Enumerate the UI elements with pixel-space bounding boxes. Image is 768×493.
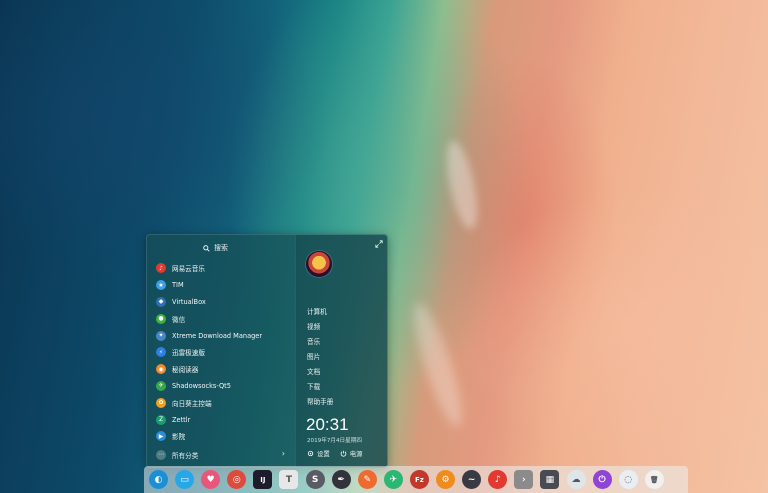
power-button[interactable]: 电源 <box>340 449 363 458</box>
settings-gear-icon[interactable]: ⚙ <box>436 470 456 489</box>
power-label: 电源 <box>349 450 363 458</box>
launcher-icon[interactable]: ◐ <box>149 470 168 489</box>
app-store-icon[interactable]: ♥ <box>201 470 221 489</box>
shadowsocks-icon: ✈ <box>156 380 166 391</box>
directory-link[interactable]: 音乐 <box>307 333 333 348</box>
app-list-item[interactable]: ◆ VirtualBox <box>147 294 295 311</box>
directory-link[interactable]: 下载 <box>307 378 333 393</box>
search-icon <box>203 244 210 252</box>
trash-icon[interactable]: 🗑 <box>644 470 664 489</box>
app-launcher: 搜索 ♪ 网易云音乐 ★ TIM ◆ VirtualBox ● 微信 ✦ Xtreme Downl… <box>146 234 388 468</box>
app-label: 网易云音乐 <box>172 265 205 274</box>
directory-link[interactable]: 图片 <box>307 348 333 363</box>
postman-icon[interactable]: ✎ <box>357 470 377 489</box>
shadowsocks-dock-icon[interactable]: ✈ <box>383 470 403 489</box>
typora-icon[interactable]: T <box>279 470 299 489</box>
launcher-side-pane: 计算机 视频 音乐 图片 文档 下载 帮助手册 20:31 2019年7月4日星期四 设置 … <box>295 235 387 467</box>
weather-cloud-icon[interactable]: ☁ <box>566 470 586 489</box>
app-list-item[interactable]: ✈ Shadowsocks-Qt5 <box>147 378 295 395</box>
directory-link[interactable]: 帮助手册 <box>307 393 333 408</box>
all-categories-label: 所有分类 <box>172 451 199 460</box>
launcher-actions: 设置 电源 <box>307 449 363 458</box>
scrivener-icon[interactable]: S <box>305 470 325 489</box>
zettlr-icon: Z <box>156 414 166 425</box>
cinema-icon: ▶ <box>156 431 166 442</box>
deepin-terminal-icon[interactable]: ▦ <box>540 470 560 489</box>
app-list-item[interactable]: ▶ 影院 <box>147 428 295 445</box>
app-list-item[interactable]: ✿ 向日葵主控端 <box>147 394 295 411</box>
wallpaper-surf <box>405 299 471 431</box>
gitkraken-icon[interactable]: ~ <box>462 470 482 489</box>
sunflower-icon: ✿ <box>156 397 166 408</box>
app-label: 迅雷极速版 <box>172 349 205 358</box>
app-list-item[interactable]: ♪ 网易云音乐 <box>147 260 295 277</box>
app-label: 影院 <box>172 433 186 442</box>
chrome-icon[interactable]: ◎ <box>227 470 247 489</box>
terminal-icon[interactable]: › <box>514 470 534 489</box>
settings-button[interactable]: 设置 <box>307 449 330 458</box>
xdm-icon: ✦ <box>156 330 166 341</box>
file-manager-icon[interactable]: ▭ <box>175 470 195 489</box>
wallpaper-surf <box>440 138 484 232</box>
launcher-search[interactable]: 搜索 <box>203 241 228 255</box>
app-label: Xtreme Download Manager <box>172 331 263 340</box>
virtualbox-icon: ◆ <box>156 296 166 307</box>
user-avatar[interactable] <box>306 251 332 277</box>
directory-list: 计算机 视频 音乐 图片 文档 下载 帮助手册 <box>307 303 333 408</box>
tim-icon: ★ <box>156 280 166 291</box>
netease-dock-icon[interactable]: ♪ <box>488 470 508 489</box>
app-list-item[interactable]: ★ TIM <box>147 277 295 294</box>
launcher-app-pane: 搜索 ♪ 网易云音乐 ★ TIM ◆ VirtualBox ● 微信 ✦ Xtreme Downl… <box>147 235 295 467</box>
settings-label: 设置 <box>317 450 330 458</box>
app-label: 秘阅读器 <box>172 366 199 375</box>
app-list: ♪ 网易云音乐 ★ TIM ◆ VirtualBox ● 微信 ✦ Xtreme Download… <box>147 260 295 445</box>
all-categories-button[interactable]: ⋯ 所有分类 › <box>147 446 295 463</box>
fullscreen-expand-icon[interactable] <box>375 240 383 248</box>
app-list-item[interactable]: ⚡ 迅雷极速版 <box>147 344 295 361</box>
directory-link[interactable]: 文档 <box>307 363 333 378</box>
app-list-item[interactable]: Z Zettlr <box>147 411 295 428</box>
search-label: 搜索 <box>214 244 228 252</box>
chevron-right-icon: › <box>281 449 285 458</box>
directory-link[interactable]: 计算机 <box>307 303 333 318</box>
dock: ◐ ▭ ♥ ◎ IJ T S ✒ ✎ ✈ Fz ⚙ ~ ♪ › ▦ ☁ ⏻ ◌ 🗑 <box>144 466 688 493</box>
app-label: 向日葵主控端 <box>172 399 212 408</box>
more-icon: ⋯ <box>156 449 166 460</box>
intellij-icon[interactable]: IJ <box>253 470 273 489</box>
app-list-item[interactable]: ✦ Xtreme Download Manager <box>147 327 295 344</box>
app-label: VirtualBox <box>172 297 206 306</box>
wechat-icon: ● <box>156 313 166 324</box>
app-label: Zettlr <box>172 415 191 424</box>
app-label: 微信 <box>172 315 186 324</box>
app-label: TIM <box>172 281 184 290</box>
reader-icon: ◉ <box>156 364 166 375</box>
directory-link[interactable]: 视频 <box>307 318 333 333</box>
app-list-item[interactable]: ◉ 秘阅读器 <box>147 361 295 378</box>
filezilla-icon[interactable]: Fz <box>409 470 429 489</box>
app-label: Shadowsocks-Qt5 <box>172 381 231 390</box>
clock-time: 20:31 <box>306 415 349 434</box>
thunder-icon: ⚡ <box>156 347 166 358</box>
gear-icon <box>307 450 314 457</box>
app-list-item[interactable]: ● 微信 <box>147 310 295 327</box>
shutdown-icon[interactable]: ⏻ <box>592 470 612 489</box>
power-icon <box>340 450 347 457</box>
inkscape-icon[interactable]: ✒ <box>331 470 351 489</box>
baidu-netdisk-icon[interactable]: ◌ <box>618 470 638 489</box>
netease-music-icon: ♪ <box>156 263 166 274</box>
clock-date: 2019年7月4日星期四 <box>307 438 362 444</box>
